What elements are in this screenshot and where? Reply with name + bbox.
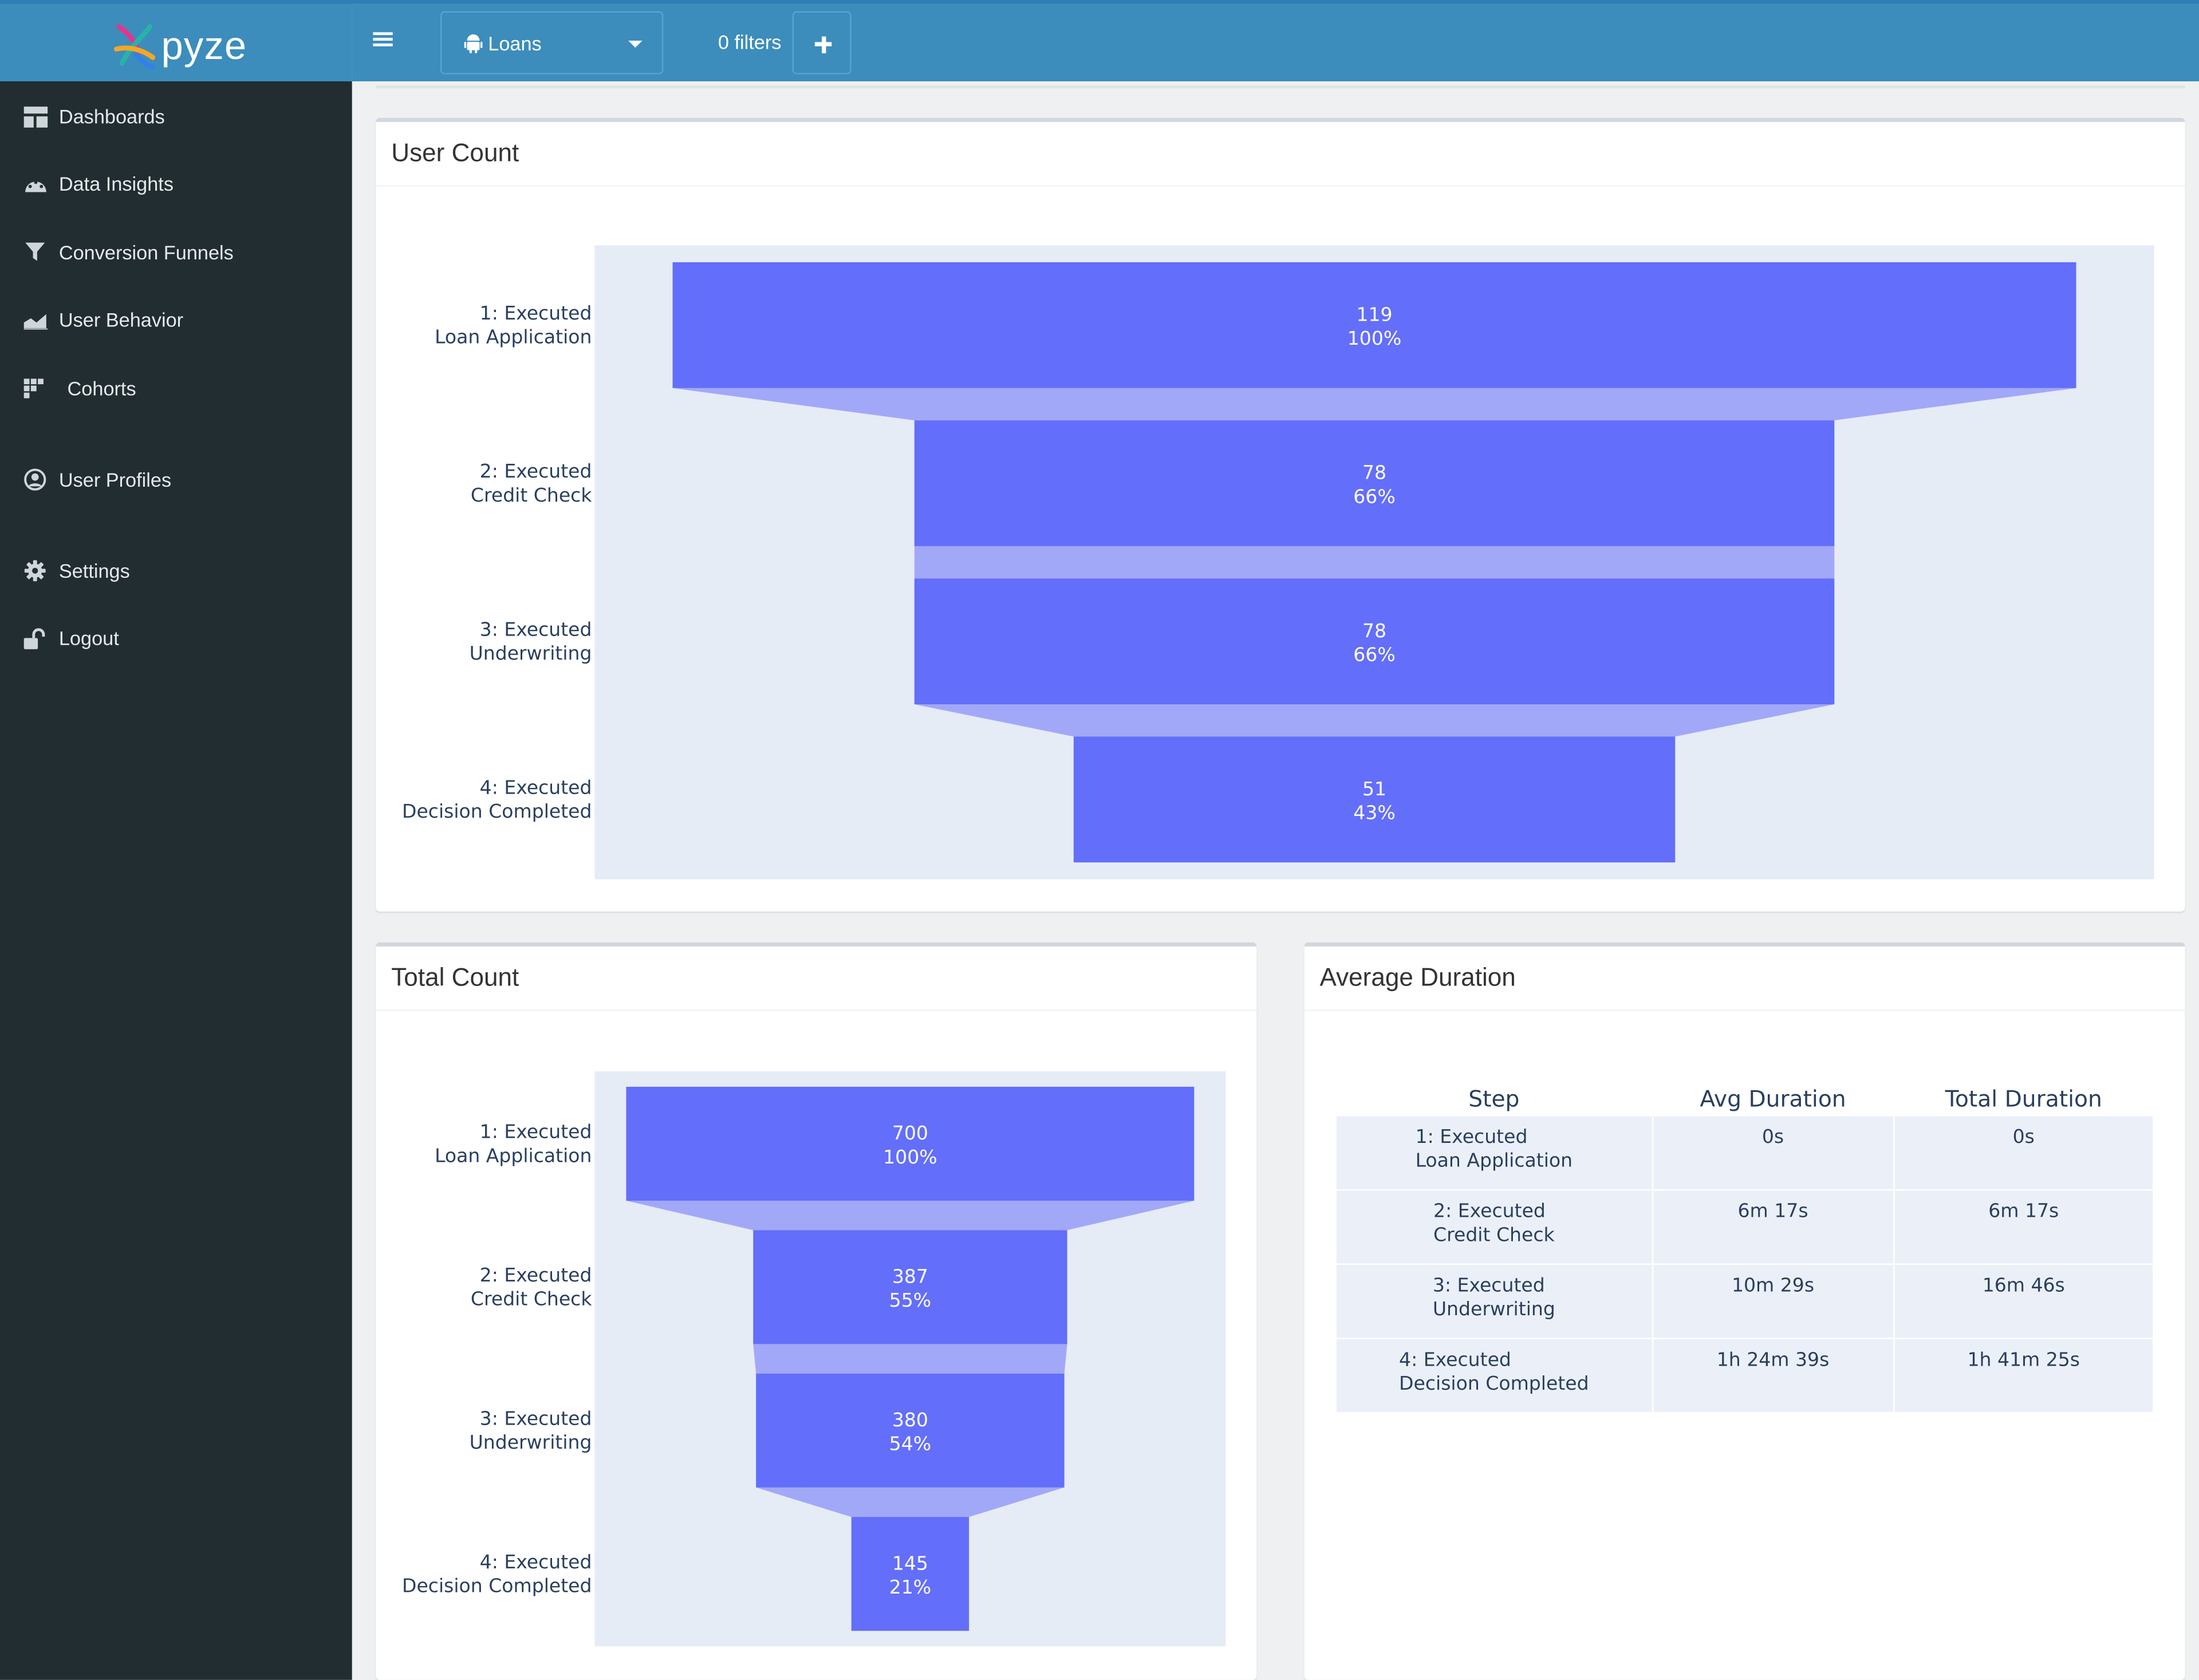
funnel-value-label: 380 — [892, 1409, 928, 1431]
funnel-percent-label: 54% — [889, 1433, 931, 1455]
table-cell: 0s — [1651, 1114, 1895, 1190]
funnel-percent-label: 55% — [889, 1289, 931, 1311]
table-header-row: Step Avg Duration Total Duration — [1336, 1077, 2154, 1115]
funnel-category-label: 4: Executed — [480, 776, 592, 798]
app-window: pyze Dashboards Data Insights Conversion… — [0, 0, 2199, 1680]
funnel-connector — [914, 546, 1835, 579]
table-cell: 1: Executed Loan Application — [1335, 1114, 1653, 1190]
funnel-value-label: 387 — [892, 1265, 928, 1288]
funnel-percent-label: 43% — [1353, 802, 1395, 824]
table-cell: 6m 17s — [1893, 1188, 2154, 1264]
funnel-category-label: 3: Executed — [480, 618, 592, 640]
funnel-value-label: 119 — [1356, 303, 1392, 326]
funnel-category-label: 1: Executed — [480, 1121, 592, 1143]
funnel-category-label: 2: Executed — [480, 1264, 592, 1286]
table-body: 1: Executed Loan Application 0s 0s 2: Execut… — [1335, 1114, 2154, 1413]
funnel-category-label: 1: Executed — [480, 302, 592, 324]
duration-table: Step Avg Duration Total Duration 1: Execut… — [1335, 1077, 2154, 1413]
funnel-connector — [914, 704, 1835, 737]
funnel-category-label: Underwriting — [470, 642, 592, 664]
table-cell: 6m 17s — [1651, 1188, 1895, 1264]
table-column-header: Total Duration — [1945, 1084, 2102, 1111]
funnel-category-label: Credit Check — [471, 1288, 592, 1310]
funnel-percent-label: 100% — [1347, 327, 1401, 349]
table-cell: 0s — [1893, 1114, 2154, 1190]
table-row: 2: Executed Credit Check 6m 17s 6m 17s — [1335, 1188, 2154, 1264]
table-cell: 2: Executed Credit Check — [1335, 1188, 1653, 1264]
funnel-connector — [672, 388, 2076, 421]
table-cell: 1h 41m 25s — [1893, 1337, 2154, 1413]
table-column-header: Avg Duration — [1700, 1084, 1846, 1111]
funnel-value-label: 78 — [1362, 620, 1386, 642]
funnel-value-label: 51 — [1362, 778, 1386, 800]
table-row: 3: Executed Underwriting 10m 29s 16m 46s — [1335, 1263, 2154, 1339]
table-row: 4: Executed Decision Completed 1h 24m 39s 1… — [1335, 1337, 2154, 1413]
funnel-percent-label: 66% — [1353, 485, 1395, 507]
funnel-category-label: 2: Executed — [480, 460, 592, 482]
table-cell: 16m 46s — [1893, 1263, 2154, 1339]
funnel-category-label: Decision Completed — [402, 1575, 592, 1597]
table-cell: 4: Executed Decision Completed — [1335, 1337, 1653, 1413]
table-row: 1: Executed Loan Application 0s 0s — [1335, 1114, 2154, 1190]
table-cell: 10m 29s — [1651, 1263, 1895, 1339]
funnel-category-label: Loan Application — [435, 326, 592, 348]
funnel-value-label: 700 — [892, 1122, 928, 1144]
funnel-charts: 119100%1: ExecutedLoan Application7866%2… — [402, 245, 2154, 1647]
funnel-value-label: 78 — [1362, 462, 1386, 484]
table-cell: 3: Executed Underwriting — [1335, 1263, 1653, 1339]
funnel-percent-label: 100% — [883, 1146, 937, 1168]
funnel-category-label: Credit Check — [471, 484, 592, 506]
table-cell: 1h 24m 39s — [1651, 1337, 1895, 1413]
funnel-category-label: Decision Completed — [402, 800, 592, 822]
funnel-percent-label: 21% — [889, 1576, 931, 1598]
funnel-value-label: 145 — [892, 1552, 928, 1574]
funnel-category-label: Loan Application — [435, 1144, 592, 1166]
funnel-category-label: 4: Executed — [480, 1551, 592, 1573]
funnel-category-label: 3: Executed — [480, 1407, 592, 1429]
table-column-header: Step — [1468, 1084, 1520, 1111]
funnel-category-label: Underwriting — [470, 1431, 592, 1453]
funnel-connector — [753, 1344, 1067, 1374]
funnel-percent-label: 66% — [1353, 643, 1395, 665]
